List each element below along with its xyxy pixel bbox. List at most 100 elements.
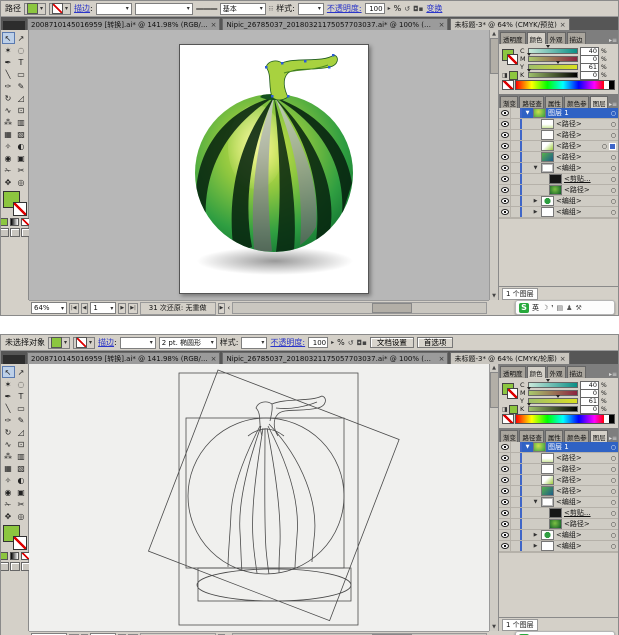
- layer-row-content[interactable]: <路径> ○: [522, 141, 618, 151]
- rotate-tool[interactable]: ↻: [2, 92, 15, 104]
- layer-row-content[interactable]: ▼ 图层 1 ○: [522, 108, 618, 118]
- wrench-icon[interactable]: ⚒: [575, 304, 581, 312]
- lasso-tool[interactable]: ◌: [15, 378, 28, 390]
- selection-tool[interactable]: ↖: [1, 32, 15, 44]
- expand-triangle-icon[interactable]: ▼: [532, 499, 539, 505]
- panel-menu-icon[interactable]: ▸≡: [609, 37, 617, 44]
- horizontal-scrollbar[interactable]: [232, 302, 487, 314]
- quote-icon[interactable]: ❜: [551, 304, 553, 312]
- flyout-icon[interactable]: ◘▪: [357, 339, 367, 347]
- fill-stroke-widget[interactable]: [2, 525, 27, 550]
- layer-row-content[interactable]: <路径> ○: [522, 119, 618, 129]
- close-icon[interactable]: ×: [439, 21, 445, 29]
- brush-select[interactable]: 2 pt. 椭圆形 ▾: [158, 336, 217, 349]
- expand-triangle-icon[interactable]: ▶: [532, 209, 539, 215]
- lock-column[interactable]: [511, 464, 522, 474]
- panel-tab-active[interactable]: 图层: [589, 430, 608, 442]
- target-circle-icon[interactable]: ○: [611, 455, 616, 462]
- panel-tab-inactive[interactable]: 描边: [566, 366, 586, 378]
- lock-column[interactable]: [511, 486, 522, 496]
- channel-slider[interactable]: [528, 61, 578, 70]
- target-circle-icon[interactable]: ○: [611, 165, 616, 172]
- panel-tab-active[interactable]: 图层: [589, 96, 608, 108]
- lock-column[interactable]: [511, 530, 522, 540]
- prev-page-button[interactable]: ◀: [80, 302, 89, 314]
- layer-row[interactable]: ▶ <编组> ○: [499, 541, 618, 552]
- flyout-icon[interactable]: ◘▪: [413, 5, 423, 13]
- gradient-mode-button[interactable]: [10, 218, 19, 226]
- none-swatch[interactable]: [502, 414, 514, 424]
- opacity-value[interactable]: 100: [364, 3, 385, 14]
- target-circle-icon[interactable]: ○: [611, 499, 616, 506]
- scroll-down-icon[interactable]: ▼: [492, 292, 496, 300]
- spinner-icon[interactable]: ▸: [388, 5, 391, 12]
- slider-thumb-icon[interactable]: [527, 403, 531, 406]
- free-transform-tool[interactable]: ⊡: [15, 438, 28, 450]
- layer-row-content[interactable]: <路径> ○: [522, 486, 618, 496]
- opacity-link[interactable]: 不透明度:: [327, 4, 362, 13]
- visibility-eye-icon[interactable]: [499, 475, 511, 485]
- slider-thumb-icon[interactable]: [556, 395, 561, 398]
- warp-tool[interactable]: ∿: [2, 104, 15, 116]
- panel-menu-icon[interactable]: ▸≡: [609, 101, 617, 108]
- panel-tab-inactive[interactable]: 属性: [544, 96, 564, 108]
- document-setup-button[interactable]: 文档设置: [369, 337, 414, 348]
- visibility-eye-icon[interactable]: [499, 130, 511, 140]
- live-paint-selection-tool[interactable]: ▣: [15, 152, 28, 164]
- layer-row-content[interactable]: <路径> ○: [522, 152, 618, 162]
- reset-icon[interactable]: ↺: [348, 339, 354, 347]
- layer-row[interactable]: ▼ 图层 1 ○: [499, 442, 618, 453]
- layer-row[interactable]: ▼ <编组> ○: [499, 497, 618, 508]
- gradient-tool[interactable]: ▧: [15, 462, 28, 474]
- visibility-eye-icon[interactable]: [499, 497, 511, 507]
- layer-row-content[interactable]: ▶ <编组> ○: [522, 541, 618, 551]
- target-circle-icon[interactable]: ○: [611, 488, 616, 495]
- ime-toolbar[interactable]: S 英 ☽❜▤♟⚒: [515, 300, 615, 315]
- panel-tab-inactive[interactable]: 颜色参: [564, 430, 589, 442]
- channel-slider[interactable]: [528, 45, 578, 54]
- target-circle-icon[interactable]: ○: [611, 532, 616, 539]
- sogou-logo-icon[interactable]: S: [519, 302, 529, 313]
- stroke-color-box[interactable]: [12, 536, 27, 550]
- symbol-sprayer-tool[interactable]: ⁂: [2, 450, 15, 462]
- lock-column[interactable]: [511, 541, 522, 551]
- target-circle-icon[interactable]: ○: [611, 154, 616, 161]
- panel-tab-active[interactable]: 颜色: [526, 366, 546, 378]
- zoom-tool[interactable]: ◎: [15, 510, 28, 522]
- hand-tool[interactable]: ✥: [2, 176, 15, 188]
- layer-row[interactable]: ▶ <编组> ○: [499, 196, 618, 207]
- live-paint-bucket-tool[interactable]: ◉: [2, 486, 15, 498]
- lock-column[interactable]: [511, 174, 522, 184]
- pencil-tool[interactable]: ✎: [15, 80, 28, 92]
- gradient-mode-button[interactable]: [10, 552, 19, 560]
- fill-color-control[interactable]: ▾: [24, 2, 47, 15]
- layer-row[interactable]: <路径> ○: [499, 486, 618, 497]
- layer-row[interactable]: <剪贴... ○: [499, 174, 618, 185]
- style-select[interactable]: ▾: [241, 336, 268, 349]
- line-segment-tool[interactable]: ╲: [2, 402, 15, 414]
- visibility-eye-icon[interactable]: [499, 196, 511, 206]
- lock-column[interactable]: [511, 442, 522, 452]
- zoom-level-select[interactable]: 64%▾: [31, 302, 67, 314]
- none-swatch[interactable]: [502, 80, 514, 90]
- slider-thumb-icon[interactable]: [556, 61, 561, 64]
- lock-column[interactable]: [511, 497, 522, 507]
- magic-wand-tool[interactable]: ✶: [2, 44, 15, 56]
- vertical-scrollbar[interactable]: ▲ ▼: [489, 364, 499, 631]
- graph-tool[interactable]: ▥: [15, 116, 28, 128]
- layer-row[interactable]: <路径> ○: [499, 152, 618, 163]
- spinner-icon[interactable]: ▸: [331, 339, 334, 346]
- mesh-tool[interactable]: ▦: [2, 462, 15, 474]
- ime-toolbar[interactable]: S 英 ☽❜▤♟⚒: [515, 631, 615, 635]
- layer-row-content[interactable]: ▶ <编组> ○: [522, 530, 618, 540]
- visibility-eye-icon[interactable]: [499, 453, 511, 463]
- visibility-eye-icon[interactable]: [499, 163, 511, 173]
- target-circle-icon[interactable]: ○: [611, 121, 616, 128]
- eyedropper-tool[interactable]: ✧: [2, 474, 15, 486]
- expand-triangle-icon[interactable]: ▶: [532, 198, 539, 204]
- direct-selection-tool[interactable]: ↗: [15, 32, 28, 44]
- lock-column[interactable]: [511, 508, 522, 518]
- lock-column[interactable]: [511, 475, 522, 485]
- lock-column[interactable]: [511, 453, 522, 463]
- first-page-button[interactable]: |◀: [69, 302, 79, 314]
